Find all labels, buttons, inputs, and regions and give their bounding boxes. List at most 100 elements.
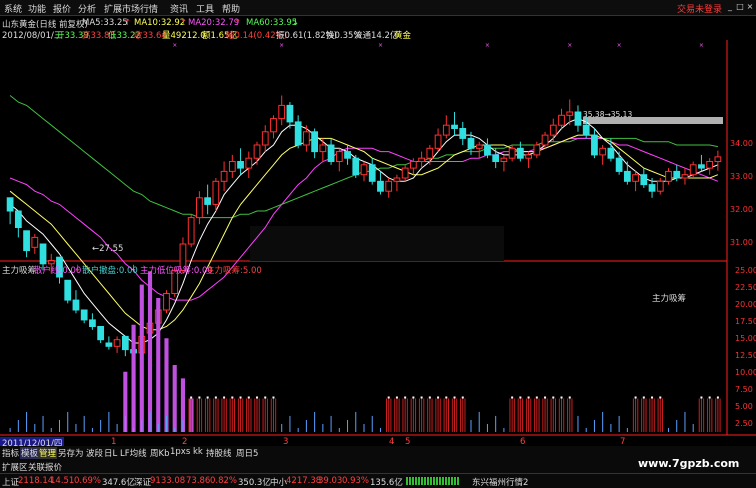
tab-1pxs[interactable]: 1pxs (170, 447, 190, 457)
candle-body (615, 157, 623, 172)
candle-body (426, 147, 434, 159)
candle-body (698, 164, 705, 169)
tab-manage[interactable]: 管理 (38, 447, 58, 459)
tab-template[interactable]: 模板 (20, 447, 40, 459)
indicator-dot (453, 396, 456, 399)
tab-weekday5[interactable]: 周日5 (236, 447, 258, 459)
candle-body (714, 156, 722, 163)
candle-body (541, 134, 549, 146)
candle-body (549, 124, 557, 136)
signal-mark: × (485, 42, 490, 49)
indicator-dot (568, 396, 571, 399)
ind-tick: 20.00 (735, 300, 756, 309)
indicator-dot (700, 396, 703, 399)
indicator-dot (552, 396, 555, 399)
candle-body (335, 151, 343, 163)
candle-body (525, 154, 532, 159)
sz-volume: 350.3亿 (238, 478, 271, 488)
signal-mark: × (617, 42, 622, 49)
indicator-dot (420, 396, 423, 399)
tab-extension[interactable]: 扩展区 (2, 461, 28, 473)
candle-body (418, 157, 425, 162)
zx-label: 中小 (270, 478, 288, 488)
candle-body (467, 137, 475, 149)
ind-tick: 12.50 (735, 351, 756, 360)
indicator-line-4: 主力吸筹:5.00 (206, 266, 262, 276)
tab-lf-ma[interactable]: LF均线 (120, 447, 147, 459)
sh-label: 上证 (2, 478, 20, 488)
candle-body (311, 131, 319, 153)
candle-body (352, 157, 360, 176)
candle-body (656, 180, 664, 192)
price-tick: 31.00 (730, 238, 753, 247)
indicator-line-3: 主力低位吸筹:0.00 (140, 266, 213, 276)
candle-body (113, 339, 121, 347)
indicator-dot (428, 396, 431, 399)
indicator-dot (264, 396, 267, 399)
candle-body (599, 147, 607, 156)
indicator-dot (206, 396, 209, 399)
indicator-dot (272, 396, 275, 399)
ind-tick: 22.50 (735, 283, 756, 292)
zx-change: 39.03 (318, 476, 343, 486)
indicator-dot (395, 396, 398, 399)
indicator-dot (223, 396, 226, 399)
tab-week-kb[interactable]: 周Kb (150, 447, 169, 459)
sh-change: 14.51 (50, 476, 75, 486)
candle-body (673, 170, 681, 179)
sz-label: 深证 (134, 478, 152, 488)
arrow-down-icon: ↓ (130, 264, 138, 274)
sh-value: 2118.14 (18, 476, 54, 486)
sh-volume: 347.6亿 (102, 478, 135, 488)
price-tick: 32.00 (730, 205, 753, 214)
tab-indicator[interactable]: 指标 (2, 447, 19, 459)
indicator-dot (535, 396, 538, 399)
indicator-dot (560, 396, 563, 399)
sz-value: 9133.08 (150, 476, 186, 486)
candle-body (212, 180, 220, 205)
candle-body (492, 154, 500, 162)
candle-body (72, 299, 80, 311)
signal-mark: × (567, 42, 572, 49)
candle-body (6, 197, 14, 212)
indicator-name[interactable]: 主力吸筹 (2, 264, 36, 276)
indicator-dot (527, 396, 530, 399)
indicator-dot (651, 396, 654, 399)
candle-body (80, 309, 88, 321)
tab-related-quote[interactable]: 关联报价 (28, 461, 62, 473)
candle-body (23, 230, 30, 252)
tab-holding-line[interactable]: 持股线 (206, 447, 232, 459)
candle-body (508, 147, 516, 159)
candle-body (187, 217, 195, 245)
candle-body (484, 144, 491, 156)
candle-body (665, 170, 672, 182)
candle-body (706, 161, 714, 169)
dark-box (250, 226, 504, 261)
candle-body (500, 157, 508, 162)
candle-body (451, 124, 458, 129)
candle-body (533, 144, 541, 156)
candle-body (278, 104, 286, 120)
candle-body (163, 293, 170, 311)
indicator-dot (642, 396, 645, 399)
arrow-down-icon: ↓ (74, 264, 82, 274)
tab-wave[interactable]: 波段 (86, 447, 103, 459)
candle-body (409, 161, 417, 169)
signal-mark: × (378, 42, 383, 49)
site-watermark: www.7gpzb.com (638, 457, 740, 470)
signal-mark: × (279, 42, 284, 49)
candle-body (31, 236, 39, 248)
tab-save-as[interactable]: 另存为 (58, 447, 84, 459)
candle-body (303, 131, 310, 146)
candle-body (442, 124, 450, 136)
candle-body (220, 170, 228, 182)
candle-body (327, 144, 335, 162)
candle-body (261, 131, 269, 146)
indicator-dot (239, 396, 242, 399)
tab-day-l[interactable]: 日L (104, 447, 117, 459)
broker-name[interactable]: 东兴福州行情2 (472, 476, 528, 488)
indicator-panel-label: 主力吸筹 (652, 294, 687, 304)
tab-kk[interactable]: kk (193, 447, 203, 457)
market-breadth-bar (406, 477, 460, 485)
ind-tick: 25.00 (735, 266, 756, 275)
